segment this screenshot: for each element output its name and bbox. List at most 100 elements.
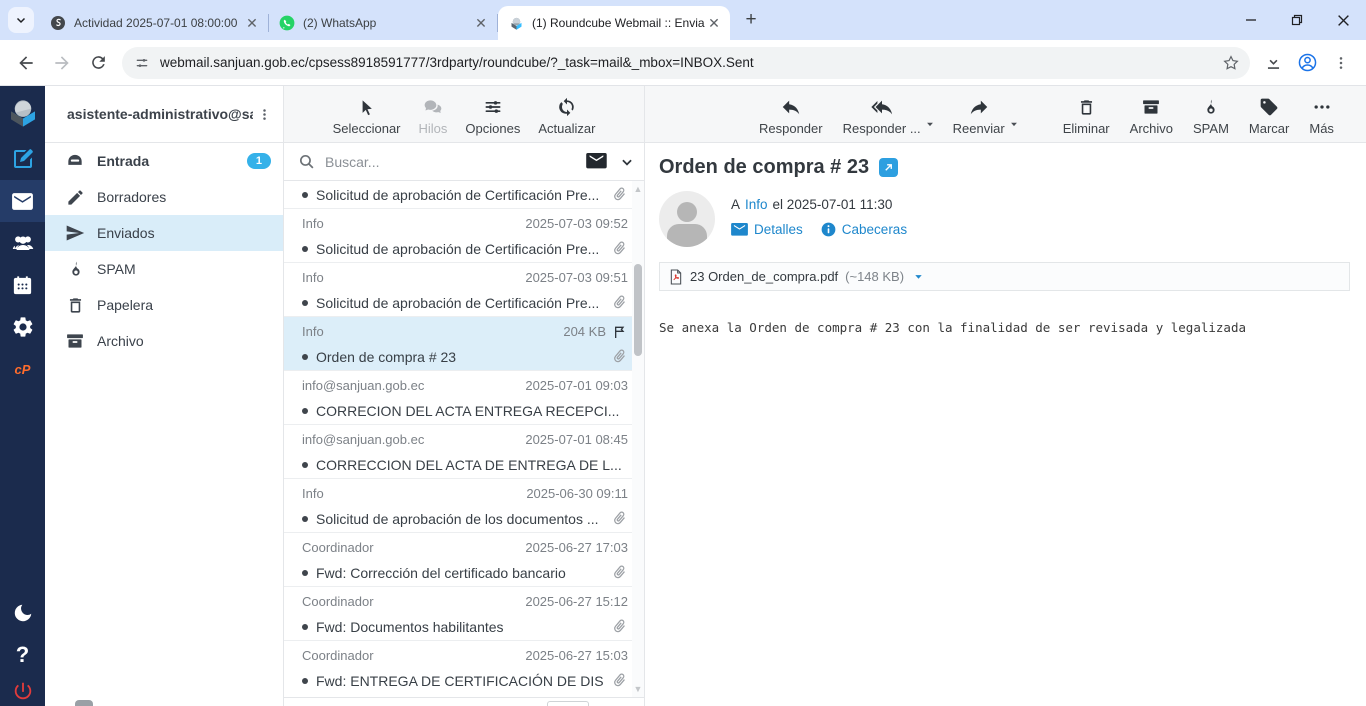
account-email: asistente-administrativo@sa... [67,106,253,122]
tab-whatsapp[interactable]: (2) WhatsApp ✕ [269,6,497,40]
downloads-button[interactable] [1256,47,1290,79]
message-date: 2025-06-27 15:03 [525,648,628,663]
tab-actividad[interactable]: Actividad 2025-07-01 08:00:00 ✕ [40,6,268,40]
message-row[interactable]: Coordinador 2025-06-27 15:03 Fwd: ENTREG… [284,641,632,694]
message-date-text: el 2025-07-01 11:30 [773,197,893,212]
threads-button[interactable]: Hilos [417,93,450,138]
list-toolbar: Seleccionar Hilos Opciones [284,86,644,143]
url-bar[interactable]: webmail.sanjuan.gob.ec/cpsess8918591777/… [122,47,1250,79]
more-dots-icon [1312,95,1332,119]
roundcube-favicon-icon [508,15,524,31]
new-tab-button[interactable]: + [738,7,764,33]
help-button[interactable]: ? [0,634,45,676]
attachment-name[interactable]: 23 Orden_de_compra.pdf [690,269,838,284]
search-scope-mail-icon[interactable] [586,153,608,171]
folder-spam[interactable]: SPAM [45,251,283,287]
select-button[interactable]: Seleccionar [331,93,403,138]
browser-toolbar: webmail.sanjuan.gob.ec/cpsess8918591777/… [0,40,1366,86]
message-row[interactable]: info@sanjuan.gob.ec 2025-07-01 09:03 COR… [284,371,632,425]
message-subject: Solicitud de aprobación de Certificación… [316,187,603,203]
reply-button[interactable]: Responder [757,93,825,138]
forward-button[interactable]: Reenviar [951,93,1007,138]
options-button[interactable]: Opciones [463,93,522,138]
folder-papelera[interactable]: Papelera [45,287,283,323]
attachment-icon [608,345,632,369]
message-list: Solicitud de aprobación de Certificación… [284,181,644,697]
calendar-nav-button[interactable] [0,264,45,306]
generic-favicon-icon [50,15,66,31]
bookmark-star-icon[interactable] [1222,54,1240,72]
headers-toggle[interactable]: Cabeceras [821,222,907,237]
folder-label: Borradores [97,189,271,205]
compose-button[interactable] [0,138,45,180]
search-options-chevron-icon[interactable] [620,155,634,169]
scroll-down-icon[interactable]: ▼ [632,683,644,695]
dark-mode-button[interactable] [0,592,45,634]
spam-button[interactable]: SPAM [1191,93,1231,138]
reply-all-menu-caret[interactable] [925,119,935,129]
attachment-menu-caret[interactable] [913,271,924,282]
message-row[interactable]: Solicitud de aprobación de Certificación… [284,181,632,209]
profile-button[interactable] [1290,47,1324,79]
folder-enviados[interactable]: Enviados [45,215,283,251]
maximize-button[interactable] [1274,0,1320,40]
refresh-button[interactable]: Actualizar [536,93,597,138]
back-button[interactable] [10,47,42,79]
open-in-new-window-button[interactable] [879,158,898,177]
reload-button[interactable] [82,47,114,79]
url-text[interactable]: webmail.sanjuan.gob.ec/cpsess8918591777/… [160,55,1222,70]
contacts-nav-button[interactable] [0,222,45,264]
tab-close-icon[interactable]: ✕ [244,15,260,31]
forward-menu-caret[interactable] [1009,119,1019,129]
message-row[interactable]: info@sanjuan.gob.ec 2025-07-01 08:45 COR… [284,425,632,479]
details-label: Detalles [754,222,803,237]
tab-title: (1) Roundcube Webmail :: Envia [532,16,706,30]
message-row[interactable]: Coordinador 2025-06-27 17:03 Fwd: Correc… [284,533,632,587]
message-row[interactable]: Coordinador 2025-06-27 15:12 Fwd: Docume… [284,587,632,641]
message-row[interactable]: Info 2025-07-03 09:52 Solicitud de aprob… [284,209,632,263]
attachment-bar[interactable]: 23 Orden_de_compra.pdf (~148 KB) [659,262,1350,291]
scroll-up-icon[interactable]: ▲ [632,183,644,195]
tab-search-button[interactable] [8,7,34,33]
message-row-selected[interactable]: Info 204 KB Orden de compra # 23 [284,317,632,371]
more-button[interactable]: Más [1307,93,1336,138]
flag-icon[interactable] [612,324,628,340]
close-window-button[interactable] [1320,0,1366,40]
tab-close-icon[interactable]: ✕ [473,15,489,31]
list-scrollbar[interactable]: ▲ ▼ [632,181,644,697]
folder-archivo[interactable]: Archivo [45,323,283,359]
unread-dot [302,462,308,468]
message-sender: Info [302,324,557,339]
app-rail: cP ? [0,86,45,706]
folder-panel-footer-chip[interactable] [75,700,93,706]
message-row[interactable]: Info 2025-07-03 09:51 Solicitud de aprob… [284,263,632,317]
account-menu-button[interactable] [253,103,275,125]
forward-button[interactable] [46,47,78,79]
select-label: Seleccionar [333,121,401,136]
logout-button[interactable] [0,676,45,706]
message-row[interactable]: Info 2025-06-30 09:11 Solicitud de aprob… [284,479,632,533]
browser-menu-button[interactable] [1324,47,1358,79]
archive-button[interactable]: Archivo [1128,93,1175,138]
settings-nav-button[interactable] [0,306,45,348]
message-reader-panel: Responder Responder ... [645,86,1366,706]
tab-close-icon[interactable]: ✕ [706,15,722,31]
search-bar[interactable]: Buscar... [284,143,644,181]
mail-nav-button[interactable] [0,180,45,222]
page-selector[interactable] [547,701,589,706]
unread-dot [302,192,308,198]
delete-button[interactable]: Eliminar [1061,93,1112,138]
reply-all-button[interactable]: Responder ... [841,93,923,138]
folder-borradores[interactable]: Borradores [45,179,283,215]
pdf-file-icon [669,269,683,285]
calendar-icon [11,274,34,297]
minimize-button[interactable] [1228,0,1274,40]
scrollbar-thumb[interactable] [634,264,642,356]
folder-entrada[interactable]: Entrada 1 [45,143,283,179]
site-settings-icon[interactable] [134,55,150,71]
tab-roundcube-active[interactable]: (1) Roundcube Webmail :: Envia ✕ [498,6,730,40]
mark-button[interactable]: Marcar [1247,93,1291,138]
recipient-link[interactable]: Info [745,197,768,212]
details-toggle[interactable]: Detalles [731,222,803,237]
cpanel-nav-button[interactable]: cP [0,348,45,390]
